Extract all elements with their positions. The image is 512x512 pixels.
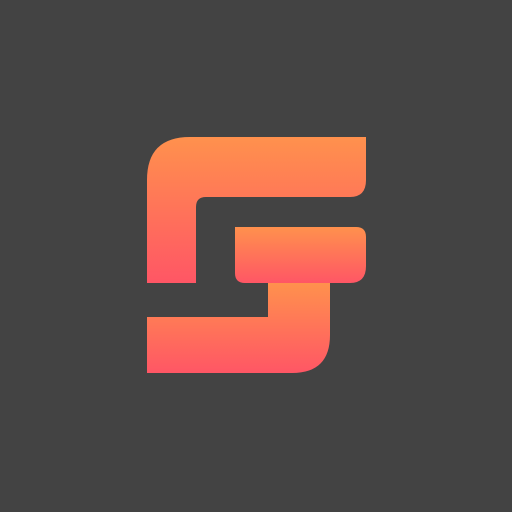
gradient-s-g-monogram-icon [147, 137, 366, 373]
app-icon-canvas [0, 0, 512, 512]
logo-middle-bar [235, 227, 366, 283]
logo-lower-hook [147, 283, 330, 373]
